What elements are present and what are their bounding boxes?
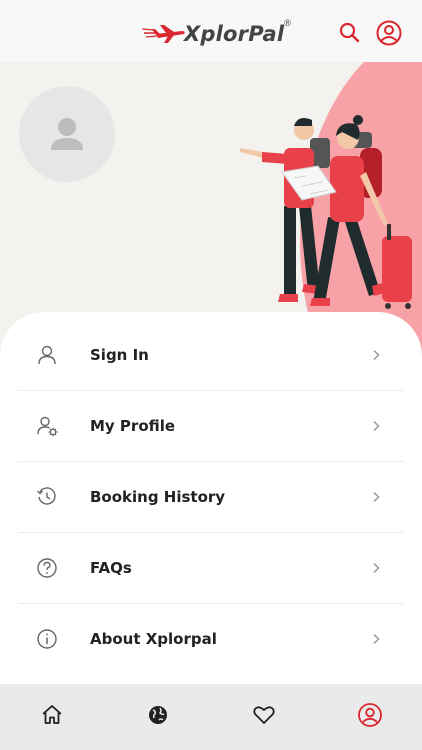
menu-item-faqs[interactable]: FAQs: [18, 533, 404, 604]
plane-logo-icon: [142, 25, 185, 43]
menu-label: About Xplorpal: [90, 630, 217, 648]
history-icon: [37, 487, 56, 505]
menu-item-booking-history[interactable]: Booking History: [18, 462, 404, 533]
user-placeholder-icon: [51, 118, 83, 150]
search-icon[interactable]: [337, 20, 363, 46]
registered-mark: ®: [284, 18, 291, 28]
chevron-right-icon: [373, 633, 380, 645]
heart-icon[interactable]: [251, 702, 277, 728]
menu-label: Booking History: [90, 488, 226, 506]
menu-item-about[interactable]: About Xplorpal: [18, 604, 404, 674]
question-icon: [37, 558, 57, 578]
menu-label: Sign In: [90, 346, 149, 364]
menu-label: My Profile: [90, 417, 176, 435]
account-icon[interactable]: [376, 20, 402, 46]
brand-logo[interactable]: XplorPal ®: [142, 18, 291, 48]
info-icon: [37, 629, 57, 649]
settings-menu: Sign In My Profile Booking History FAQs …: [18, 320, 404, 674]
travelers-couple-illustration: [240, 115, 412, 309]
bottom-tab-bar: [0, 684, 422, 750]
chevron-right-icon: [373, 349, 380, 361]
app-header: XplorPal ®: [0, 0, 422, 63]
avatar[interactable]: [19, 86, 115, 182]
menu-item-sign-in[interactable]: Sign In: [18, 320, 404, 391]
chevron-right-icon: [373, 562, 380, 574]
user-settings-icon: [37, 416, 58, 437]
user-icon: [38, 345, 56, 365]
menu-label: FAQs: [90, 559, 132, 577]
home-icon[interactable]: [39, 702, 65, 728]
chevron-right-icon: [373, 420, 380, 432]
brand-name: XplorPal: [184, 22, 285, 46]
chevron-right-icon: [373, 491, 380, 503]
menu-sheet: Sign In My Profile Booking History FAQs …: [0, 312, 422, 684]
profile-icon[interactable]: [357, 702, 383, 728]
globe-icon[interactable]: [145, 702, 171, 728]
menu-item-my-profile[interactable]: My Profile: [18, 391, 404, 462]
